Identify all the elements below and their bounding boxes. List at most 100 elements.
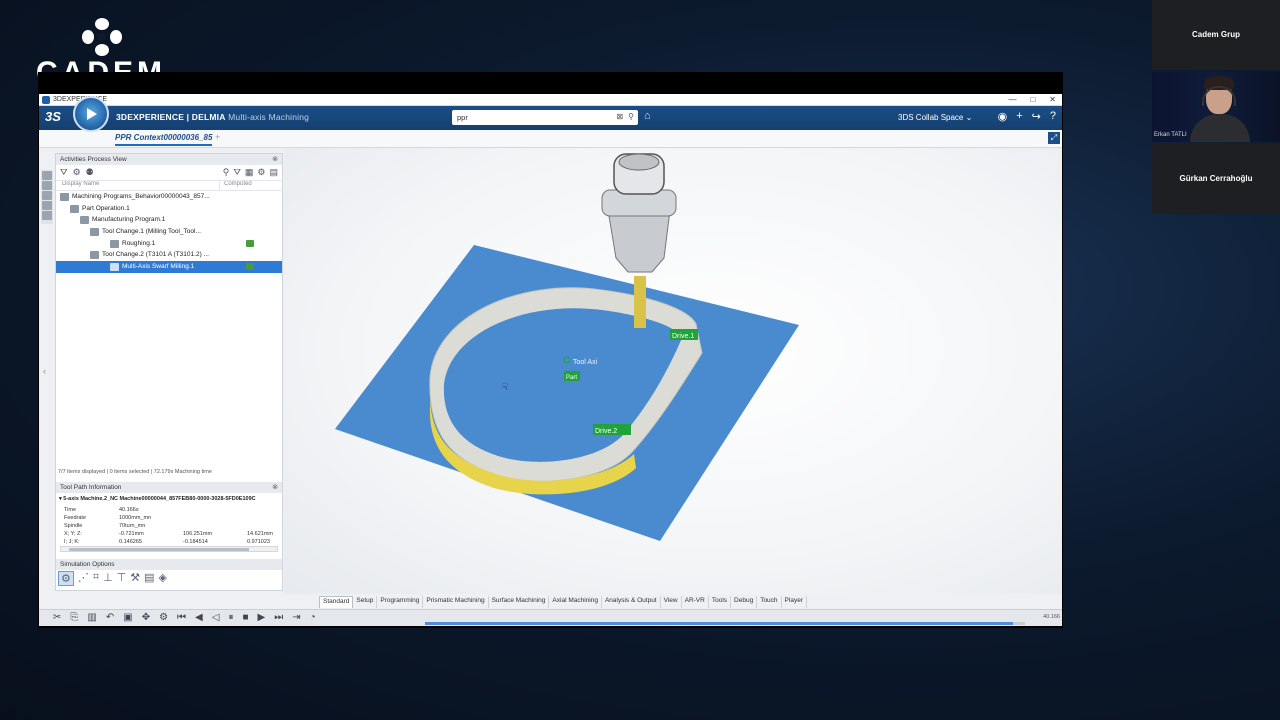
- panel-close-icon[interactable]: ⊗: [272, 155, 278, 163]
- minimize-button[interactable]: —: [1008, 94, 1016, 106]
- first-frame-icon[interactable]: ⏮: [177, 612, 186, 623]
- sim-holder-icon[interactable]: ⊤: [117, 571, 127, 586]
- tree-item-selected[interactable]: Multi-Axis Swarf Milling.1: [56, 261, 282, 273]
- tree-item-label: Manufacturing Program.1: [92, 216, 166, 224]
- swarf-milling-icon: [110, 262, 119, 271]
- filter-icon[interactable]: ⛛: [60, 167, 68, 178]
- tp-value: 40.166s: [119, 507, 139, 513]
- tree-item-label: Machining Programs_Behavior00000043_857.…: [72, 193, 210, 200]
- gear-icon[interactable]: ⚙: [257, 167, 265, 178]
- cut-icon[interactable]: ✂: [53, 612, 61, 623]
- last-frame-icon[interactable]: ⏭: [274, 612, 283, 623]
- paste-icon[interactable]: ▥: [87, 612, 96, 623]
- close-button[interactable]: ✕: [1049, 94, 1056, 106]
- reverse-icon[interactable]: ◁: [212, 612, 220, 623]
- tool-axis-label[interactable]: Tool Axi: [573, 359, 598, 366]
- undo-icon[interactable]: ↶: [106, 612, 114, 623]
- tag-icon[interactable]: ⌂: [644, 110, 651, 122]
- copy-icon[interactable]: ⎘: [70, 612, 78, 623]
- loop-icon[interactable]: ⇥: [292, 612, 300, 623]
- sim-machine-icon[interactable]: ⚒: [130, 571, 140, 586]
- document-tab-bar: PPR Context00000036_85 + ⤢: [39, 130, 1062, 148]
- share-icon[interactable]: ↪: [1032, 110, 1041, 123]
- tab-player[interactable]: Player: [782, 596, 807, 608]
- tab-standard[interactable]: Standard: [319, 596, 354, 608]
- side-tool-icon[interactable]: [42, 211, 52, 220]
- side-tool-icon[interactable]: [42, 191, 52, 200]
- toolpath-close-icon[interactable]: ⊗: [272, 483, 278, 491]
- sim-tool-icon[interactable]: ⊥: [103, 571, 113, 586]
- tool-holder: [607, 209, 671, 273]
- search-input[interactable]: ppr ⊠ ⚲: [452, 110, 638, 125]
- side-tool-icon[interactable]: [42, 171, 52, 180]
- maximize-button[interactable]: □: [1030, 94, 1035, 106]
- add-icon[interactable]: +: [1016, 110, 1022, 123]
- ds-logo-icon[interactable]: 3S: [45, 109, 65, 127]
- collab-space-selector[interactable]: 3DS Collab Space ⌄: [898, 113, 972, 122]
- app-brand: 3DEXPERIENCE | DELMIA: [116, 112, 226, 122]
- view-mode-icon[interactable]: ▣: [123, 612, 132, 623]
- tree-item[interactable]: Manufacturing Program.1: [56, 214, 282, 226]
- settings-icon[interactable]: ⚙: [73, 167, 81, 178]
- tree-item[interactable]: Tool Change.2 (T3101 A (T3101.2) ...: [56, 249, 282, 261]
- search-clear-icon[interactable]: ⊠: [616, 112, 623, 121]
- tab-view[interactable]: View: [661, 596, 682, 608]
- move-icon[interactable]: ✥: [142, 612, 150, 623]
- tab-prismatic-machining[interactable]: Prismatic Machining: [423, 596, 489, 608]
- step-forward-icon[interactable]: ▶: [258, 612, 266, 623]
- 3d-viewport[interactable]: Drive.1 Drive.2 Part Tool Axi ☟: [284, 148, 1062, 594]
- tab-programming[interactable]: Programming: [377, 596, 424, 608]
- help-icon[interactable]: ?: [1050, 110, 1056, 123]
- columns-icon[interactable]: ▦: [245, 167, 254, 178]
- machine-name: ▾ 5-axis Machine.2_NC Machine00000044_85…: [59, 496, 256, 502]
- search-tree-icon[interactable]: ⚲: [223, 167, 230, 178]
- tree-item[interactable]: Roughing.1: [56, 238, 282, 250]
- tab-tools[interactable]: Tools: [709, 596, 732, 608]
- export-icon[interactable]: ▤: [269, 167, 278, 178]
- tool-change-icon: [90, 227, 99, 236]
- settings-icon[interactable]: ⚙: [159, 612, 168, 623]
- speed-icon[interactable]: ◔: [310, 612, 316, 623]
- play-icon: [87, 108, 97, 120]
- compass-widget[interactable]: [73, 96, 109, 132]
- tree-item-label: Roughing.1: [122, 239, 156, 247]
- side-tool-icon[interactable]: [42, 201, 52, 210]
- user-icon[interactable]: ◉: [998, 110, 1008, 123]
- col-display-name[interactable]: Display Name: [56, 181, 220, 190]
- side-toolbar: [41, 170, 53, 224]
- tab-touch[interactable]: Touch: [757, 596, 782, 608]
- new-tab-icon[interactable]: +: [215, 132, 220, 142]
- sim-material-icon[interactable]: ⌗: [93, 571, 99, 586]
- user-filter-icon[interactable]: ⚉: [86, 167, 94, 178]
- pause-icon[interactable]: ⏸: [228, 612, 233, 623]
- side-tool-icon[interactable]: [42, 181, 52, 190]
- tab-setup[interactable]: Setup: [353, 596, 378, 608]
- tab-axial-machining[interactable]: Axial Machining: [549, 596, 602, 608]
- col-computed[interactable]: Computed: [220, 181, 252, 190]
- sim-toolpath-icon[interactable]: ⋰: [78, 571, 89, 586]
- part-label[interactable]: Part: [566, 375, 577, 381]
- tree-item[interactable]: Machining Programs_Behavior00000043_857.…: [56, 191, 282, 203]
- stop-icon[interactable]: ■: [242, 612, 248, 623]
- sim-color-icon[interactable]: ◈: [159, 571, 167, 586]
- collapse-left-icon[interactable]: ‹: [43, 366, 46, 376]
- tab-surface-machining[interactable]: Surface Machining: [489, 596, 550, 608]
- tab-debug[interactable]: Debug: [731, 596, 758, 608]
- tree-item[interactable]: Tool Change.1 (Milling Tool_Tool...: [56, 226, 282, 238]
- sim-mode-icon[interactable]: ⚙: [58, 571, 74, 586]
- tab-analysis-output[interactable]: Analysis & Output: [602, 596, 661, 608]
- sim-report-icon[interactable]: ▤: [144, 571, 154, 586]
- drive2-label[interactable]: Drive.2: [595, 428, 617, 435]
- funnel-icon[interactable]: ⛛: [233, 167, 241, 178]
- search-icon[interactable]: ⚲: [628, 112, 634, 121]
- player-slider[interactable]: [425, 622, 1025, 625]
- expand-icon[interactable]: ⤢: [1048, 132, 1060, 144]
- tree-item[interactable]: Part Operation.1: [56, 203, 282, 215]
- tab-ar-vr[interactable]: AR-VR: [682, 596, 709, 608]
- drive1-label[interactable]: Drive.1: [672, 333, 694, 340]
- scroll-thumb[interactable]: [69, 548, 249, 551]
- roughing-icon: [110, 239, 119, 248]
- toolpath-scrollbar[interactable]: [60, 546, 278, 552]
- document-tab[interactable]: PPR Context00000036_85: [115, 132, 213, 146]
- step-back-icon[interactable]: ◀: [195, 612, 203, 623]
